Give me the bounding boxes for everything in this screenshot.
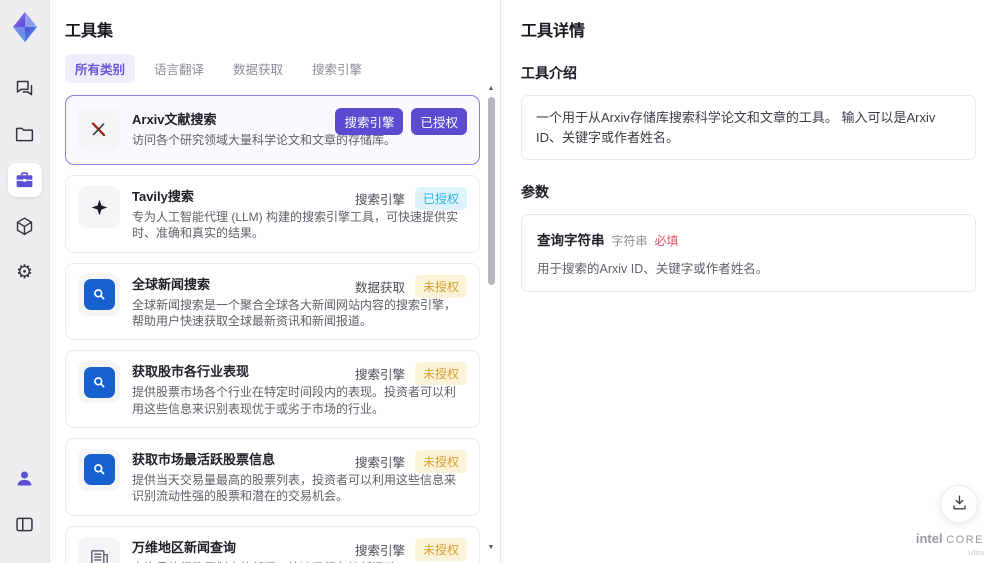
tool-badges: 数据获取 未授权 [354, 274, 467, 298]
magnifier-icon [83, 279, 115, 311]
parameter-description: 用于搜索的Arxiv ID、关键字或作者姓名。 [537, 262, 769, 276]
nav-chat-button[interactable] [8, 71, 42, 105]
tool-card-sector-performance[interactable]: 获取股市各行业表现 提供股票市场各个行业在特定时间段内的表现。投资者可以利用这些… [65, 350, 480, 428]
panel-toggle-icon [14, 514, 35, 535]
tool-list-panel: 工具集 所有类别 语言翻译 数据获取 搜索引擎 Arxiv文献搜索 访问各个研究… [50, 0, 500, 563]
tool-badges: 搜索引擎 未授权 [354, 449, 467, 473]
brand-core: core [946, 534, 984, 546]
newspaper-icon [78, 536, 120, 563]
magnifier-icon [83, 366, 115, 398]
parameter-type: 字符串 [611, 234, 648, 248]
category-label: 搜索引擎 [354, 543, 405, 558]
tab-data-fetch[interactable]: 数据获取 [223, 54, 293, 83]
folder-icon [14, 124, 35, 145]
brand-ultra: Ultra [968, 548, 984, 557]
category-tabs: 所有类别 语言翻译 数据获取 搜索引擎 [65, 54, 480, 83]
tab-search-engine[interactable]: 搜索引擎 [302, 54, 372, 83]
required-flag: 必填 [654, 234, 679, 248]
category-label: 搜索引擎 [354, 368, 405, 383]
user-account-button[interactable] [8, 461, 42, 495]
tool-detail-panel: 工具详情 工具介绍 一个用于从Arxiv存储库搜索科学论文和文章的工具。 输入可… [500, 0, 1000, 563]
intel-core-logo: intel core Ultra [916, 530, 984, 557]
tool-badges: 搜索引擎 已授权 [355, 187, 467, 210]
detail-title: 工具详情 [521, 23, 586, 40]
scroll-down-icon[interactable]: ▼ [488, 543, 495, 553]
app-window: ⚙ 工具集 所有类别 语言翻译 数据获取 搜索引擎 Arxiv文献搜索 访问各个… [0, 0, 1000, 563]
download-icon [950, 493, 969, 515]
app-logo-icon[interactable] [7, 9, 43, 45]
auth-status-badge: 未授权 [414, 537, 467, 561]
tool-description: 提供当天交易量最高的股票列表，投资者可以利用这些信息来识别流动性强的股票和潜在的… [132, 472, 457, 504]
parameter-card: 查询字符串 字符串 必填 用于搜索的Arxiv ID、关键字或作者姓名。 [521, 214, 976, 292]
tool-description: 提供股票市场各个行业在特定时间段内的表现。投资者可以利用这些信息来识别表现优于或… [132, 385, 457, 416]
tool-card-regional-news[interactable]: 万维地区新闻查询 查询具体行政区划内的新闻，快速了解各地新闻动 搜索引擎 未授权 [65, 525, 480, 563]
tool-intro-text: 一个用于从Arxiv存储库搜索科学论文和文章的工具。 输入可以是Arxiv ID… [536, 110, 936, 145]
cube-icon [14, 216, 35, 237]
nav-toolbox-button[interactable] [7, 163, 42, 197]
tool-card-most-active-stocks[interactable]: 获取市场最活跃股票信息 提供当天交易量最高的股票列表，投资者可以利用这些信息来识… [65, 437, 480, 516]
list-scrollbar[interactable]: ▲ ▼ [485, 84, 497, 553]
auth-status-badge: 未授权 [414, 274, 467, 298]
search-tool-icon [78, 273, 120, 316]
parameter-header: 查询字符串 字符串 必填 [537, 229, 960, 249]
search-tool-icon [78, 448, 120, 491]
category-badge: 搜索引擎 [335, 108, 404, 135]
auth-status-badge: 已授权 [411, 108, 467, 135]
auth-status-badge: 未授权 [414, 449, 467, 473]
tool-card-tavily[interactable]: Tavily搜索 专为人工智能代理 (LLM) 构建的搜索引擎工具，可快速提供实… [65, 175, 480, 253]
arxiv-icon [78, 109, 120, 151]
params-heading: 参数 [521, 184, 549, 200]
nav-packages-button[interactable] [8, 209, 42, 243]
intro-heading: 工具介绍 [521, 65, 577, 81]
category-label: 数据获取 [354, 280, 405, 295]
settings-gear-icon: ⚙ [15, 261, 34, 283]
briefcase-icon [14, 170, 35, 191]
brand-intel: intel [915, 531, 943, 546]
auth-status-badge: 已授权 [414, 187, 467, 210]
search-tool-icon [78, 361, 120, 404]
tool-card-list: Arxiv文献搜索 访问各个研究领域大量科学论文和文章的存储库。 搜索引擎 已授… [65, 95, 480, 563]
tool-description: 专为人工智能代理 (LLM) 构建的搜索引擎工具，可快速提供实时、准确和真实的结… [132, 210, 459, 241]
magnifier-icon [83, 454, 115, 486]
scrollbar-thumb[interactable] [487, 97, 495, 285]
chat-icon [14, 78, 35, 99]
collapse-panel-button[interactable] [8, 507, 42, 541]
tool-description: 全球新闻搜索是一个聚合全球各大新闻网站内容的搜索引擎，帮助用户快速获取全球最新资… [132, 297, 457, 328]
tool-intro-box: 一个用于从Arxiv存储库搜索科学论文和文章的工具。 输入可以是Arxiv ID… [521, 95, 976, 160]
page-title: 工具集 [65, 23, 114, 40]
scroll-up-icon[interactable]: ▲ [488, 84, 495, 94]
auth-status-badge: 未授权 [414, 362, 467, 386]
tool-badges: 搜索引擎 已授权 [335, 108, 467, 135]
nav-files-button[interactable] [8, 117, 42, 151]
nav-settings-button[interactable]: ⚙ [8, 255, 42, 289]
category-label: 搜索引擎 [354, 193, 405, 207]
tool-badges: 搜索引擎 未授权 [354, 362, 467, 386]
nav-rail: ⚙ [0, 0, 50, 563]
parameter-name: 查询字符串 [537, 233, 605, 248]
user-icon [14, 468, 35, 489]
tavily-star-icon [78, 186, 120, 228]
category-label: 搜索引擎 [354, 455, 405, 470]
tab-language-translation[interactable]: 语言翻译 [144, 54, 214, 83]
download-button[interactable] [940, 485, 978, 523]
tool-card-global-news[interactable]: 全球新闻搜索 全球新闻搜索是一个聚合全球各大新闻网站内容的搜索引擎，帮助用户快速… [65, 262, 480, 341]
tool-badges: 搜索引擎 未授权 [354, 537, 467, 561]
tab-all-categories[interactable]: 所有类别 [65, 54, 136, 83]
tool-card-arxiv[interactable]: Arxiv文献搜索 访问各个研究领域大量科学论文和文章的存储库。 搜索引擎 已授… [65, 95, 480, 165]
